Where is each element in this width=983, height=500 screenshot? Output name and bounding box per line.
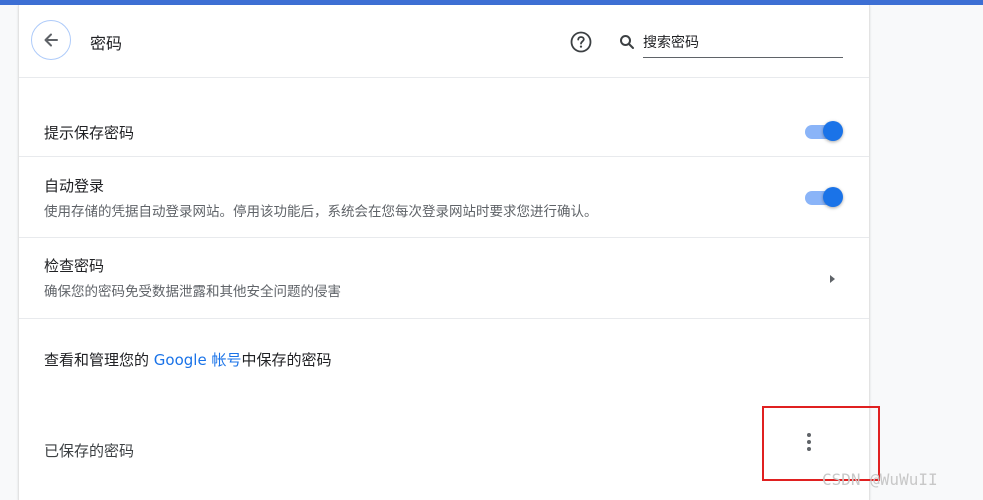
offer-to-save-row: 提示保存密码 [19,77,869,157]
search-box [619,29,845,59]
toggle-knob [823,187,843,207]
check-passwords-label: 检查密码 [44,257,105,275]
watermark-text: CSDN @WuWuII [822,470,938,489]
search-icon [620,35,634,49]
google-account-link[interactable]: Google 帐号 [154,351,242,369]
search-input[interactable] [643,29,843,58]
manage-account-text: 查看和管理您的 Google 帐号中保存的密码 [44,349,331,370]
auto-signin-description: 使用存储的凭据自动登录网站。停用该功能后，系统会在您每次登录网站时要求您进行确认… [44,204,598,220]
passwords-settings-card: 密码 提示保存密码 自动登录 使用存储的凭据自动登录网站。停用该功能后，系统会在… [18,5,870,500]
saved-passwords-heading: 已保存的密码 [44,442,135,460]
manage-account-row: 查看和管理您的 Google 帐号中保存的密码 [19,318,869,398]
chevron-right-icon [830,275,835,283]
manage-account-suffix: 中保存的密码 [241,351,332,369]
auto-signin-toggle[interactable] [805,186,845,207]
page-header: 密码 [19,5,869,77]
help-circle-icon[interactable] [570,31,592,53]
check-passwords-row[interactable]: 检查密码 确保您的密码免受数据泄露和其他安全问题的侵害 [19,237,869,318]
page-title: 密码 [90,34,123,53]
arrow-back-icon [44,33,58,47]
offer-to-save-toggle[interactable] [805,120,845,141]
auto-signin-row: 自动登录 使用存储的凭据自动登录网站。停用该功能后，系统会在您每次登录网站时要求… [19,156,869,237]
manage-account-prefix: 查看和管理您的 [44,351,154,369]
check-passwords-description: 确保您的密码免受数据泄露和其他安全问题的侵害 [44,284,341,300]
auto-signin-label: 自动登录 [44,177,105,195]
offer-to-save-label: 提示保存密码 [44,124,135,142]
back-button[interactable] [31,20,71,60]
saved-passwords-section: 已保存的密码 [19,398,869,500]
toggle-knob [823,121,843,141]
